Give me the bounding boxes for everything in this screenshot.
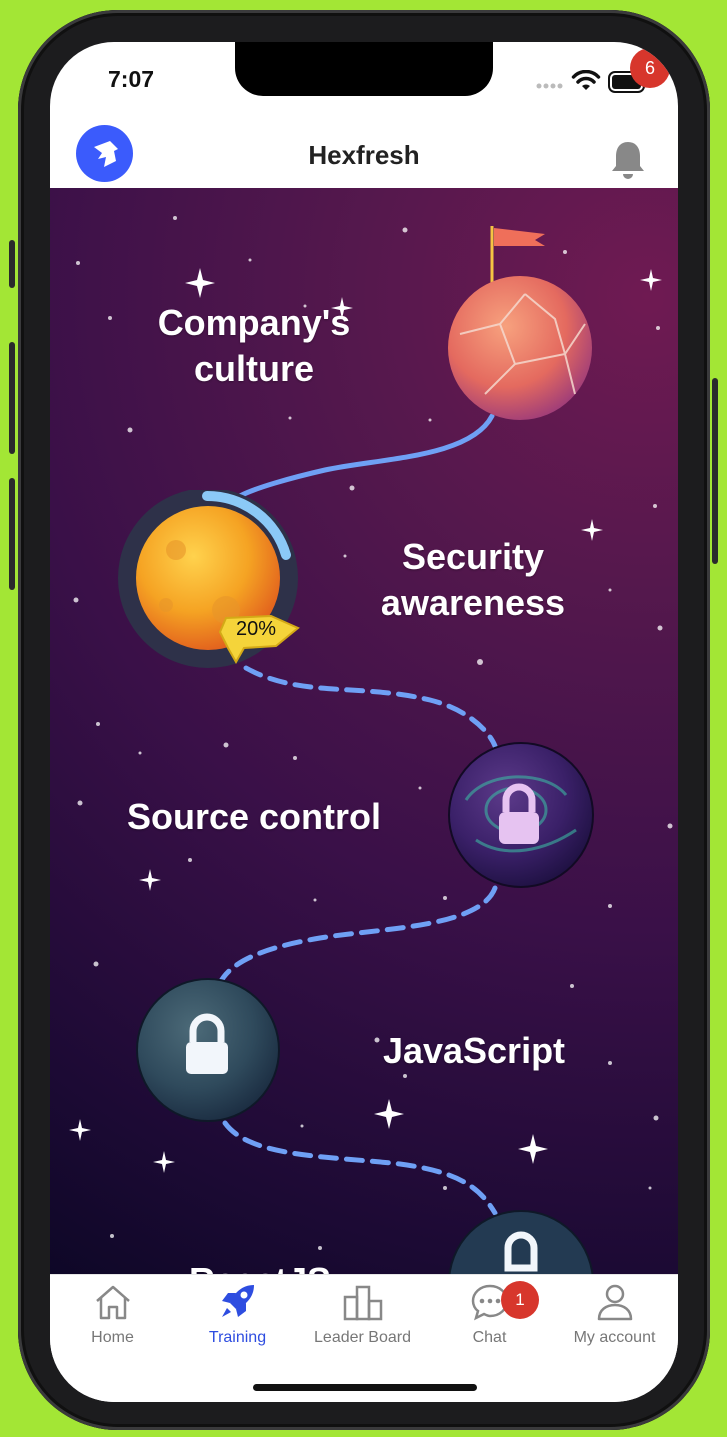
nav-training[interactable]: Training — [175, 1283, 300, 1363]
nav-label-chat: Chat — [472, 1329, 507, 1346]
screen: 7:07 Hexfresh 6 Company's culture 20% Se… — [50, 42, 678, 1402]
home-indicator[interactable] — [253, 1384, 477, 1391]
chat-badge: 1 — [501, 1281, 539, 1319]
volume-down-button — [9, 478, 15, 590]
home-icon — [95, 1285, 130, 1320]
level-planet-reactjs[interactable] — [446, 1208, 596, 1274]
level-label-source-control: Source control — [126, 796, 382, 837]
training-map: Company's culture 20% Security awareness — [50, 188, 678, 1274]
level-label-security-awareness: Security awareness — [380, 536, 566, 623]
locked-path-3 — [222, 1120, 498, 1216]
rocket-icon — [221, 1285, 254, 1317]
signal-icon — [536, 83, 563, 89]
user-icon — [597, 1284, 632, 1321]
progress-text: 20% — [236, 618, 277, 640]
nav-label-my-account: My account — [573, 1329, 656, 1346]
nav-label-training: Training — [208, 1329, 267, 1346]
status-time: 7:07 — [108, 66, 155, 92]
bottom-nav: Home Training Leader Board Chat My accou… — [50, 1274, 678, 1402]
notification-badge: 6 — [630, 48, 670, 88]
level-planet-security-awareness[interactable] — [116, 490, 316, 680]
camera-notch — [235, 42, 493, 96]
nav-my-account[interactable]: My account — [552, 1283, 677, 1363]
level-planet-javascript[interactable] — [134, 976, 282, 1124]
level-label-reactjs: ReactJS — [160, 1258, 360, 1274]
nav-leader-board[interactable]: Leader Board — [300, 1283, 425, 1363]
nav-home[interactable]: Home — [50, 1283, 175, 1363]
level-planet-company-culture[interactable] — [445, 224, 595, 424]
level-planet-source-control[interactable] — [446, 740, 596, 890]
mute-switch — [9, 240, 15, 288]
completed-path — [237, 413, 495, 499]
locked-path-2 — [217, 885, 498, 986]
volume-up-button — [9, 342, 15, 454]
app-title: Hexfresh — [308, 140, 420, 170]
nav-label-home: Home — [91, 1329, 134, 1346]
level-label-javascript: JavaScript — [382, 1030, 566, 1071]
leaderboard-icon — [343, 1285, 382, 1321]
wifi-icon — [571, 70, 601, 90]
app-header: Hexfresh — [50, 120, 678, 189]
notification-bell-icon[interactable] — [608, 138, 648, 182]
level-label-company-culture: Company's culture — [157, 302, 351, 389]
power-button — [712, 378, 718, 564]
nav-label-leader-board: Leader Board — [314, 1329, 411, 1346]
